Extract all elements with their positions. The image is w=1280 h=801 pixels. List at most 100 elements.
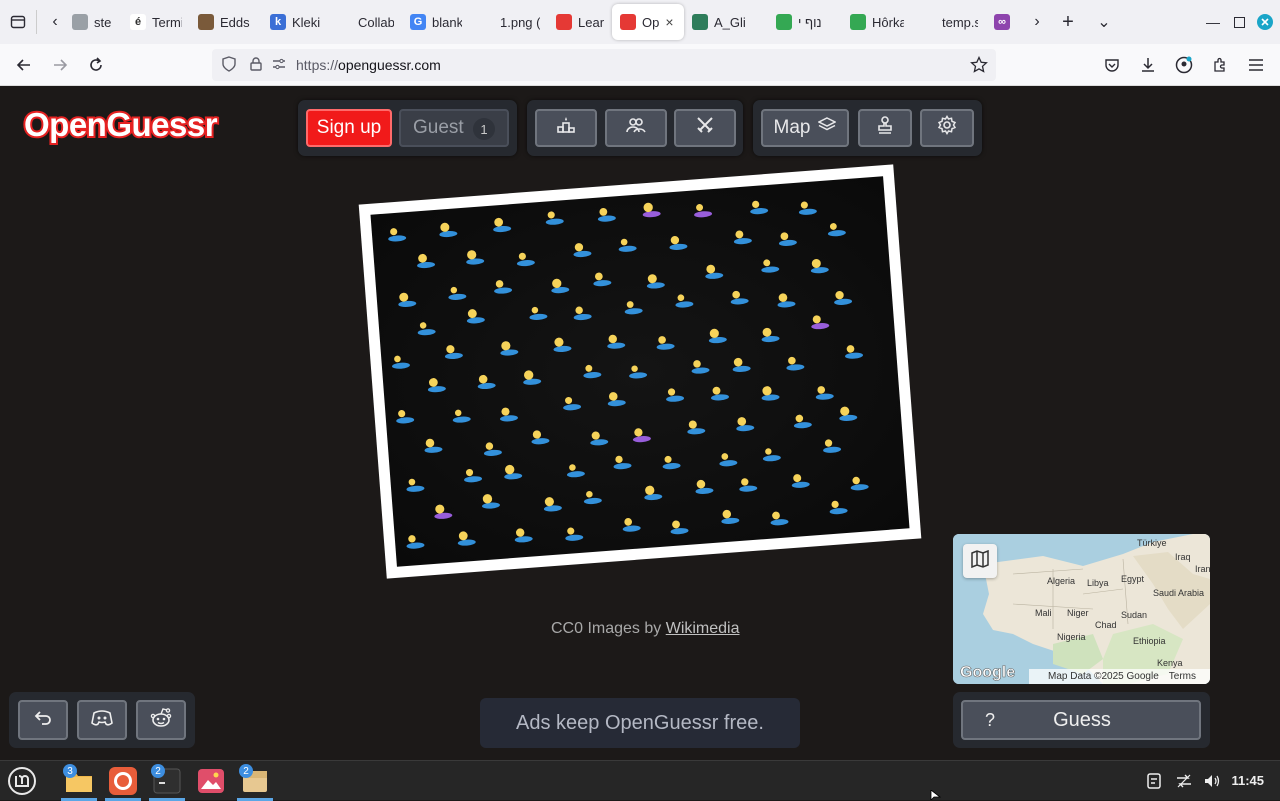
map-button[interactable]: Map xyxy=(761,109,849,147)
multiplayer-button[interactable] xyxy=(605,109,667,147)
close-tab-icon[interactable]: × xyxy=(665,14,673,30)
lantern-light xyxy=(452,409,471,423)
volume-tray-icon[interactable] xyxy=(1198,764,1226,798)
extensions-icon[interactable] xyxy=(1202,47,1238,83)
lock-icon[interactable] xyxy=(250,56,262,74)
reddit-button[interactable] xyxy=(136,700,186,740)
lantern-light xyxy=(827,223,846,237)
permissions-icon[interactable] xyxy=(272,57,286,74)
firefox-view-icon[interactable] xyxy=(0,0,36,44)
bookmark-star-icon[interactable] xyxy=(970,55,988,77)
lantern-light xyxy=(815,386,834,400)
browser-tab[interactable]: Gblank xyxy=(402,4,470,40)
lantern-light xyxy=(466,250,485,265)
openguessr-logo[interactable]: OpenGuessr xyxy=(22,104,220,145)
google-logo[interactable]: Google xyxy=(960,664,1016,682)
lantern-light xyxy=(566,464,585,478)
tab-favicon-icon: G xyxy=(410,14,426,30)
minimize-icon[interactable]: — xyxy=(1206,0,1220,44)
nav-bar: https://openguessr.com xyxy=(0,44,1280,86)
tab-list-icon[interactable]: ⌄ xyxy=(1086,0,1122,44)
browser-tab[interactable]: A_Gli xyxy=(684,4,768,40)
lantern-light xyxy=(613,455,632,470)
map-country-label: Egypt xyxy=(1121,574,1145,584)
tab-favicon-icon xyxy=(336,14,352,30)
downloads-icon[interactable] xyxy=(1130,47,1166,83)
lantern-light xyxy=(607,392,626,407)
browser-tab[interactable]: Hôrka xyxy=(842,4,912,40)
guess-minimap[interactable]: Türkiye Iraq Iran Algeria Libya Egypt Saudi Ar… xyxy=(953,534,1210,684)
archive-app-icon[interactable]: 2 xyxy=(237,764,273,801)
browser-tab[interactable]: ste xyxy=(64,4,122,40)
battle-button[interactable] xyxy=(674,109,736,147)
lantern-light xyxy=(457,531,476,546)
close-window-icon[interactable] xyxy=(1257,0,1273,44)
leaderboard-button[interactable] xyxy=(535,109,597,147)
map-attribution: Map Data ©2025 Google Terms xyxy=(1029,669,1210,684)
image-viewer-app-icon[interactable] xyxy=(193,764,229,798)
guess-button[interactable]: ? Guess xyxy=(961,700,1201,740)
lantern-light xyxy=(573,243,592,258)
url-bar[interactable]: https://openguessr.com xyxy=(212,49,996,81)
guest-button[interactable]: Guest 1 xyxy=(399,109,509,147)
reload-icon[interactable] xyxy=(78,47,114,83)
signup-button[interactable]: Sign up xyxy=(306,109,392,147)
pocket-icon[interactable] xyxy=(1094,47,1130,83)
browser-tab[interactable]: k Kleki xyxy=(262,4,328,40)
menu-icon[interactable] xyxy=(1238,47,1274,83)
lantern-light xyxy=(811,315,830,330)
wikimedia-link[interactable]: Wikimedia xyxy=(666,620,740,637)
tab-favicon-icon xyxy=(478,14,494,30)
lantern-light xyxy=(670,520,689,535)
browser-tab[interactable]: é Termi xyxy=(122,4,190,40)
browser-tab[interactable]: Learn xyxy=(548,4,612,40)
lantern-light xyxy=(553,337,572,353)
map-country-label: Sudan xyxy=(1121,610,1148,620)
browser-tab[interactable]: Op × xyxy=(612,4,684,40)
shield-icon[interactable] xyxy=(222,55,236,75)
swords-icon xyxy=(695,115,715,141)
terminal-app-icon[interactable]: 2 xyxy=(149,764,185,801)
tab-label: Learn xyxy=(578,14,604,30)
tab-scroll-right-icon[interactable]: › xyxy=(1024,0,1050,44)
map-terms-link[interactable]: Terms xyxy=(1169,671,1196,682)
browser-tab[interactable]: נוף י xyxy=(768,4,842,40)
lantern-light xyxy=(391,355,410,369)
location-photo[interactable] xyxy=(370,176,910,567)
users-icon xyxy=(625,115,647,141)
lantern-light xyxy=(593,272,612,287)
back-icon[interactable] xyxy=(6,47,42,83)
lantern-light xyxy=(406,535,425,549)
lantern-light xyxy=(477,374,496,390)
lantern-light xyxy=(466,309,485,324)
tab-label: Edds xyxy=(220,14,250,30)
lantern-light xyxy=(398,292,417,308)
map-toggle-button[interactable] xyxy=(963,544,997,578)
settings-button[interactable] xyxy=(920,109,974,147)
browser-tab[interactable]: ∞ xyxy=(986,4,1024,40)
browser-tab[interactable]: 1.png (Pl xyxy=(470,4,548,40)
tab-scroll-left-icon[interactable]: ‹ xyxy=(46,0,64,44)
browser-tab[interactable]: Edds xyxy=(190,4,262,40)
lantern-light xyxy=(770,511,789,526)
stamp-button[interactable] xyxy=(858,109,912,147)
gear-icon xyxy=(937,115,957,141)
mint-menu-icon[interactable] xyxy=(4,764,40,798)
browser-tab[interactable]: temp.sh/ xyxy=(912,4,986,40)
new-tab-icon[interactable]: + xyxy=(1050,0,1086,44)
forward-icon[interactable] xyxy=(42,47,78,83)
account-icon[interactable] xyxy=(1166,47,1202,83)
tab-favicon-icon xyxy=(692,14,708,30)
maximize-icon[interactable] xyxy=(1234,0,1245,44)
files-app-icon[interactable]: 3 xyxy=(61,764,97,801)
firefox-app-icon[interactable] xyxy=(105,764,141,801)
lantern-light xyxy=(448,286,467,300)
lantern-light xyxy=(662,455,681,470)
tab-favicon-icon xyxy=(850,14,866,30)
notes-tray-icon[interactable] xyxy=(1140,764,1168,798)
network-tray-icon[interactable] xyxy=(1170,764,1198,798)
discord-button[interactable] xyxy=(77,700,127,740)
browser-tab[interactable]: CollabVM xyxy=(328,4,402,40)
back-button[interactable] xyxy=(18,700,68,740)
lantern-light xyxy=(531,430,550,445)
